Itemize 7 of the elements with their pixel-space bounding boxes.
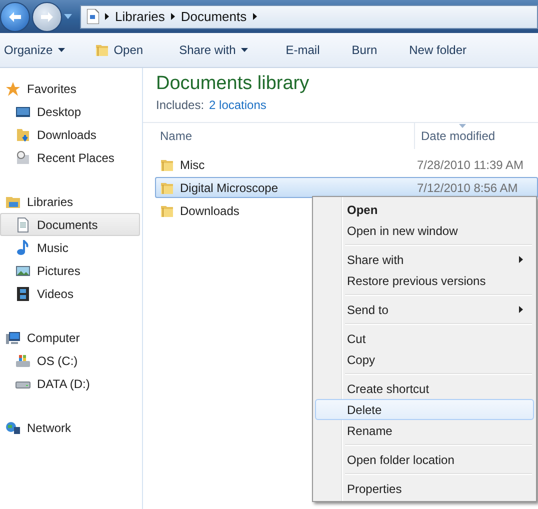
file-name: Misc — [180, 158, 205, 172]
date-modified: 7/28/2010 11:39 AM — [417, 158, 524, 172]
date-modified: 7/12/2010 8:56 AM — [417, 180, 518, 194]
file-name: Downloads — [180, 204, 240, 218]
library-title: Documents library — [155, 72, 310, 96]
file-name: Digital Microscope — [180, 180, 278, 194]
includes-label: Includes: — [156, 98, 204, 112]
